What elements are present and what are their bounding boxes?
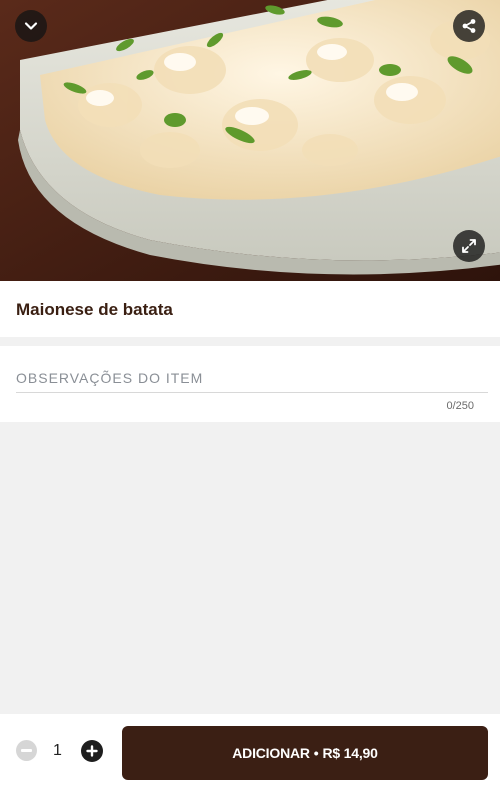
share-icon [462,19,476,33]
item-photo [0,0,500,281]
increase-quantity-button[interactable] [81,740,103,762]
add-to-cart-button[interactable]: ADICIONAR • R$ 14,90 [122,726,488,780]
add-button-price: R$ 14,90 [322,745,378,761]
share-button[interactable] [453,10,485,42]
item-name: Maionese de batata [16,300,173,319]
observations-input[interactable] [16,362,488,393]
plus-icon [86,745,98,757]
observations-section: OBSERVAÇÕES DO ITEM 0/250 [0,346,500,422]
observations-char-counter: 0/250 [446,400,474,412]
quantity-value: 1 [53,742,62,759]
add-button-separator: • [313,745,319,761]
chevron-down-icon [24,22,38,30]
order-bar: 1 ADICIONAR • R$ 14,90 [0,714,500,786]
item-header: Maionese de batata [0,281,500,337]
decrease-quantity-button[interactable] [16,740,37,761]
expand-icon [462,239,476,253]
minus-icon [21,749,32,752]
close-button[interactable] [15,10,47,42]
add-button-label: ADICIONAR [232,745,310,761]
expand-image-button[interactable] [453,230,485,262]
